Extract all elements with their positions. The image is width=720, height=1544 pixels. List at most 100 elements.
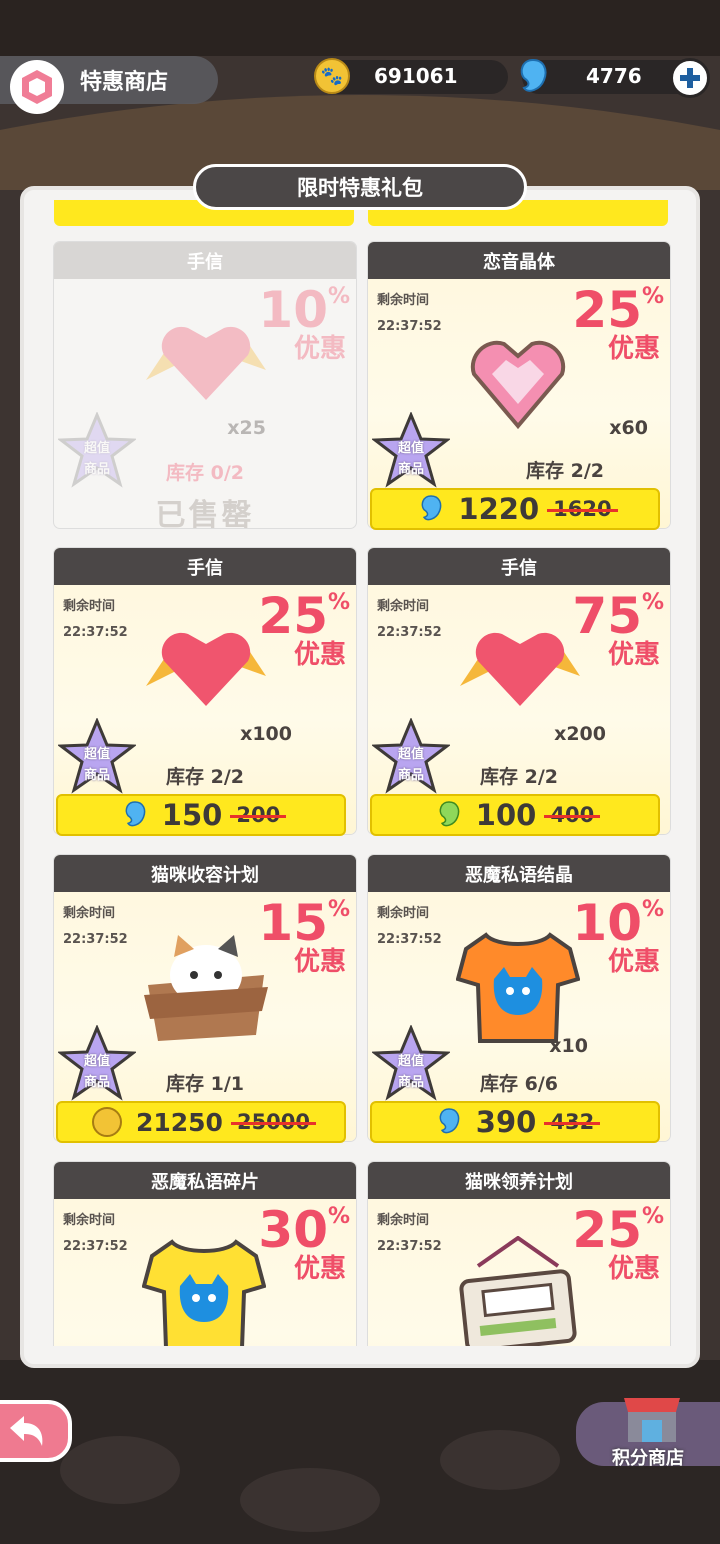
price: 1220 (458, 492, 540, 526)
timer-label: 剩余时间 (63, 599, 116, 614)
discount-label: 优惠 (293, 947, 346, 977)
timer-label: 剩余时间 (63, 1213, 116, 1228)
shop-badge-icon (10, 60, 64, 114)
offer-card[interactable]: 猫咪收容计划 剩余时间 22:37:52 15 % 优惠 超值 商品 库存 1/1 (54, 855, 356, 1141)
original-price-wrap: 200 (230, 803, 287, 827)
strikethrough (547, 509, 618, 512)
offer-card[interactable]: 手信 10 % 优惠 x25 超值 商品 库存 0/2 已售罄 (54, 242, 356, 528)
orange-cat-shirt-icon (456, 932, 580, 1043)
card-title: 恋音晶体 (368, 242, 670, 279)
discount-percent: % (641, 897, 664, 922)
timer-value: 22:37:52 (377, 1239, 442, 1254)
offer-list[interactable]: 手信 10 % 优惠 x25 超值 商品 库存 0/2 已售罄 恋音晶体 剩余时… (24, 190, 696, 1346)
timer-label: 剩余时间 (377, 293, 430, 308)
back-button[interactable] (0, 1400, 72, 1462)
coin-balance: 691061 (374, 64, 458, 88)
stock-count: 库存 2/2 (526, 460, 604, 482)
gem-balance: 4776 (586, 64, 642, 88)
offer-card[interactable]: 猫咪领养计划 剩余时间 22:37:52 25 % 优惠 (368, 1162, 670, 1346)
original-price-wrap: 400 (544, 803, 601, 827)
discount-label: 优惠 (607, 947, 660, 977)
discount-percent: % (327, 284, 350, 309)
plus-icon[interactable] (670, 58, 710, 98)
strikethrough (544, 1122, 601, 1125)
yellow-cat-shirt-icon (142, 1239, 266, 1346)
storefront-icon (624, 1398, 680, 1442)
paw-coin-icon: 🐾 (314, 58, 350, 94)
badge-line1: 超值 (83, 747, 110, 762)
page-title: 特惠商店 (80, 70, 169, 95)
winged-heart-icon (146, 326, 266, 400)
item-quantity: x200 (554, 723, 606, 745)
timer-value: 22:37:52 (63, 625, 128, 640)
buy-button[interactable]: 100 400 (370, 794, 660, 836)
card-title: 手信 (54, 242, 356, 279)
timer: 剩余时间 22:37:52 (63, 901, 128, 953)
discount-percent: % (641, 590, 664, 615)
timer-value: 22:37:52 (63, 932, 128, 947)
price: 150 (161, 798, 223, 832)
stock-count: 库存 2/2 (480, 766, 558, 788)
strikethrough (230, 815, 287, 818)
timer-value: 22:37:52 (63, 1239, 128, 1254)
discount-percent: % (641, 1204, 664, 1229)
timer-label: 剩余时间 (377, 906, 430, 921)
buy-button[interactable]: 390 432 (370, 1101, 660, 1143)
price: 390 (475, 1105, 537, 1139)
stock-count: 库存 1/1 (166, 1073, 244, 1095)
discount-label: 优惠 (607, 640, 660, 670)
card-title: 恶魔私语碎片 (54, 1162, 356, 1199)
discount-percent: % (641, 284, 664, 309)
card-title: 手信 (54, 548, 356, 585)
item-quantity: x60 (609, 417, 648, 439)
discount-percent: % (327, 590, 350, 615)
paw-coin-icon (91, 1107, 122, 1137)
offer-card[interactable]: 手信 剩余时间 22:37:52 25 % 优惠 x100 超值 商品 库存 2/… (54, 548, 356, 834)
adoption-card-icon (459, 1236, 577, 1346)
buy-button[interactable]: 150 200 (56, 794, 346, 836)
original-price-wrap: 432 (544, 1110, 601, 1134)
timer: 剩余时间 22:37:52 (377, 288, 442, 340)
blue-gem-icon (439, 1108, 460, 1134)
price: 100 (475, 798, 537, 832)
blue-gem-icon (125, 801, 146, 827)
offer-card[interactable]: 恶魔私语结晶 剩余时间 22:37:52 10 % 优惠 x10 超值 商品 库存… (368, 855, 670, 1141)
offer-card[interactable]: 手信 剩余时间 22:37:52 75 % 优惠 x200 超值 商品 库存 2/… (368, 548, 670, 834)
timer-label: 剩余时间 (377, 599, 430, 614)
badge-line1: 超值 (83, 1054, 110, 1069)
card-title: 猫咪收容计划 (54, 855, 356, 892)
stock-count: 库存 6/6 (480, 1073, 558, 1095)
timer-value: 22:37:52 (377, 319, 442, 334)
discount-label: 优惠 (293, 1254, 346, 1284)
item-quantity: x100 (240, 723, 292, 745)
price: 21250 (135, 1107, 223, 1137)
offer-card[interactable]: 恶魔私语碎片 剩余时间 22:37:52 30 % 优惠 (54, 1162, 356, 1346)
offer-card[interactable]: 恋音晶体 剩余时间 22:37:52 25 % 优惠 x60 超值 商品 库存 2… (368, 242, 670, 528)
discount-percent: % (327, 1204, 350, 1229)
badge-line1: 超值 (397, 1054, 424, 1069)
timer-value: 22:37:52 (377, 625, 442, 640)
points-shop-label: 积分商店 (612, 1448, 684, 1469)
blue-gem-icon (520, 58, 547, 92)
timer: 剩余时间 22:37:52 (63, 1208, 128, 1260)
green-gem-icon (439, 801, 460, 827)
discount-label: 优惠 (293, 640, 346, 670)
item-quantity: x10 (549, 1035, 588, 1057)
card-title: 猫咪领养计划 (368, 1162, 670, 1199)
item-quantity: x25 (227, 417, 266, 439)
buy-button[interactable]: 21250 25000 (56, 1101, 346, 1143)
strikethrough (544, 815, 601, 818)
discount-percent: % (327, 897, 350, 922)
timer: 剩余时间 22:37:52 (377, 901, 442, 953)
buy-button[interactable]: 1220 1620 (370, 488, 660, 530)
back-arrow-icon (10, 1416, 43, 1446)
original-price-wrap: 25000 (230, 1110, 317, 1134)
discount-label: 优惠 (607, 1254, 660, 1284)
timer: 剩余时间 22:37:52 (377, 594, 442, 646)
cat-in-box-icon (144, 935, 268, 1041)
timer: 剩余时间 22:37:52 (377, 1208, 442, 1260)
original-price-wrap: 1620 (547, 497, 618, 521)
timer-label: 剩余时间 (63, 906, 116, 921)
discount-label: 优惠 (607, 334, 660, 364)
card-title: 手信 (368, 548, 670, 585)
